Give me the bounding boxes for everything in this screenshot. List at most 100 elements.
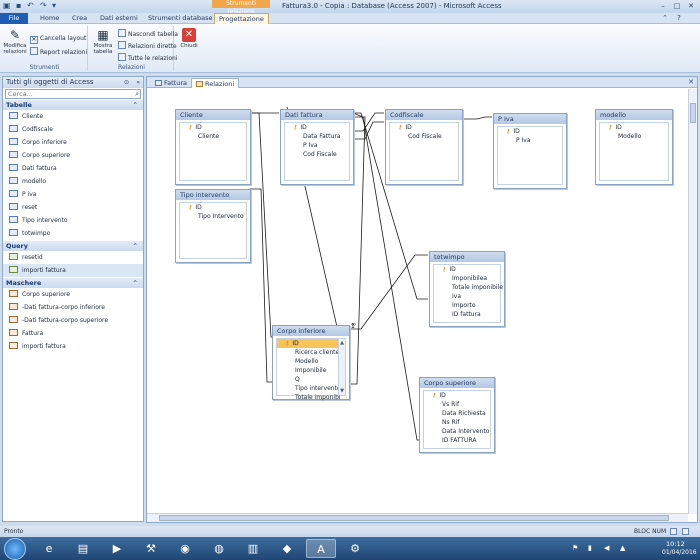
nav-item[interactable]: reset	[3, 201, 143, 214]
primary-key-field[interactable]: ⚷ ID	[277, 339, 345, 348]
tab-file[interactable]: File	[0, 13, 28, 24]
table-field[interactable]: ID fattura	[434, 310, 500, 319]
nav-item[interactable]: Dati fattura	[3, 162, 143, 175]
table-field[interactable]: Vs Rif	[424, 400, 490, 409]
redo-icon[interactable]: ↷	[40, 1, 47, 11]
nav-item[interactable]: resetid	[3, 251, 143, 264]
tab-dati-esterni[interactable]: Dati esterni	[96, 13, 142, 24]
doc-tab-relazioni[interactable]: Relazioni	[191, 78, 240, 88]
dropdown-icon[interactable]: ⊙	[124, 77, 129, 88]
table-box[interactable]: Corpo inferiore ⚷ ID Ricerca cliente Modello…	[272, 325, 350, 402]
view-icon[interactable]	[670, 528, 677, 535]
table-field[interactable]: Imponibile	[277, 366, 345, 375]
ie-icon[interactable]: e	[34, 539, 64, 558]
horizontal-scrollbar[interactable]	[147, 513, 688, 522]
primary-key-field[interactable]: ⚷ ID	[180, 203, 246, 212]
nav-section-header[interactable]: Tabelle ⌃	[3, 100, 143, 110]
tool-icon[interactable]: ⚒	[136, 539, 166, 558]
table-box[interactable]: totwimpo ⚷ ID Imponibilea Totale imponibile I…	[429, 251, 505, 327]
table-title[interactable]: modello	[596, 110, 672, 120]
table-box[interactable]: Corpo superiore ⚷ ID Vs Rif Data Richiesta Ns…	[419, 377, 495, 453]
table-box[interactable]: Tipo intervento ⚷ ID Tipo Intervento	[175, 189, 251, 263]
collapse-section-icon[interactable]: ⌃	[133, 241, 138, 251]
settings-icon[interactable]: ⚙	[340, 539, 370, 558]
maximize-icon[interactable]: □	[672, 1, 682, 11]
edit-relations-button[interactable]: ✎ Modifica relazioni	[3, 28, 27, 55]
collapse-section-icon[interactable]: ⌃	[133, 100, 138, 110]
table-field[interactable]: Q	[277, 375, 345, 384]
table-box[interactable]: Cliente ⚷ ID Cliente	[175, 109, 251, 185]
table-field[interactable]: Data Fattura	[285, 132, 349, 141]
hide-table-button[interactable]: Nascondi tabella	[118, 29, 178, 38]
primary-key-field[interactable]: ⚷ ID	[498, 127, 562, 136]
primary-key-field[interactable]: ⚷ ID	[180, 123, 246, 132]
search-icon[interactable]: ⌕	[135, 90, 139, 98]
table-field[interactable]: Totale imponibile	[434, 283, 503, 292]
show-table-button[interactable]: ▦ Mostra tabella	[91, 28, 115, 55]
clock-date[interactable]: 01/04/2016	[662, 549, 697, 556]
collapse-section-icon[interactable]: ⌃	[133, 278, 138, 288]
table-field[interactable]: P Iva	[498, 136, 562, 145]
table-field[interactable]: Cod Fiscale	[285, 150, 349, 159]
nav-section-header[interactable]: Query ⌃	[3, 241, 143, 251]
firefox-icon[interactable]: ◍	[204, 539, 234, 558]
table-field[interactable]: Modello	[277, 357, 345, 366]
tab-progettazione[interactable]: Progettazione	[214, 13, 269, 24]
chrome-icon[interactable]: ◉	[170, 539, 200, 558]
primary-key-field[interactable]: ⚷ ID	[390, 123, 458, 132]
table-title[interactable]: totwimpo	[430, 252, 504, 262]
nav-item[interactable]: Corpo inferiore	[3, 136, 143, 149]
table-field[interactable]: Totale imponibi	[277, 393, 345, 402]
tab-strumenti-database[interactable]: Strumenti database	[144, 13, 216, 24]
nav-item[interactable]: totwimpo	[3, 227, 143, 240]
table-box[interactable]: Codfiscale ⚷ ID Cod Fiscale	[385, 109, 463, 185]
nav-section-header[interactable]: Maschere ⌃	[3, 278, 143, 288]
tray-arrow-icon[interactable]: ▲	[620, 544, 625, 552]
table-title[interactable]: Codfiscale	[386, 110, 462, 120]
table-field[interactable]: Imponibilea	[434, 274, 500, 283]
table-scrollbar[interactable]: ▲ ▼	[338, 339, 345, 395]
table-field[interactable]: ID FATTURA	[424, 436, 490, 445]
table-field[interactable]: Iva	[434, 292, 500, 301]
close-button[interactable]: ✕ Chiudi	[177, 28, 201, 49]
undo-icon[interactable]: ↶	[27, 1, 34, 11]
doc-tab-fattura[interactable]: Fattura	[151, 78, 191, 88]
doc-close-icon[interactable]: ✕	[688, 77, 694, 88]
table-title[interactable]: P Iva	[494, 114, 566, 124]
table-title[interactable]: Cliente	[176, 110, 250, 120]
tray-flag-icon[interactable]: ⚑	[572, 544, 578, 552]
window-close-icon[interactable]: ✕	[686, 1, 696, 11]
tray-volume-icon[interactable]: ◀	[604, 544, 609, 552]
table-field[interactable]: Ricerca cliente	[277, 348, 345, 357]
table-field[interactable]: P Iva	[285, 141, 349, 150]
table-title[interactable]: Dati fattura	[281, 110, 353, 120]
relations-report-button[interactable]: Report relazioni	[30, 47, 87, 56]
table-field[interactable]: Data Intervento	[424, 427, 490, 436]
table-box[interactable]: modello ⚷ ID Modello	[595, 109, 673, 185]
start-button[interactable]	[4, 538, 26, 560]
table-title[interactable]: Tipo intervento	[176, 190, 250, 200]
nav-item[interactable]: Fattura	[3, 327, 143, 340]
primary-key-field[interactable]: ⚷ ID	[434, 265, 500, 274]
nav-item[interactable]: -Dati fattura-corpo inferiore	[3, 301, 143, 314]
ribbon-minimize-icon[interactable]: ⌃	[660, 13, 670, 23]
tab-crea[interactable]: Crea	[68, 13, 91, 24]
access-icon[interactable]: A	[306, 539, 336, 558]
table-field[interactable]: Tipo intervento	[277, 384, 345, 393]
primary-key-field[interactable]: ⚷ ID	[424, 391, 490, 400]
collapse-icon[interactable]: «	[136, 77, 140, 88]
help-icon[interactable]: ?	[674, 13, 684, 23]
nav-item[interactable]: importi fattura	[3, 340, 143, 353]
excel-icon[interactable]: ◆	[272, 539, 302, 558]
all-relations-button[interactable]: Tutte le relazioni	[118, 53, 177, 62]
table-field[interactable]: Cliente	[180, 132, 246, 141]
nav-item[interactable]: Corpo superiore	[3, 288, 143, 301]
tray-network-icon[interactable]: ▮	[588, 544, 592, 552]
nav-item[interactable]: Corpo superiore	[3, 149, 143, 162]
clock-time[interactable]: 10:12	[666, 540, 685, 548]
table-field[interactable]: Tipo Intervento	[180, 212, 246, 221]
table-field[interactable]: Ns Rif	[424, 418, 490, 427]
media-icon[interactable]: ▶	[102, 539, 132, 558]
vertical-scrollbar[interactable]	[688, 89, 697, 514]
table-box[interactable]: P Iva ⚷ ID P Iva	[493, 113, 567, 189]
